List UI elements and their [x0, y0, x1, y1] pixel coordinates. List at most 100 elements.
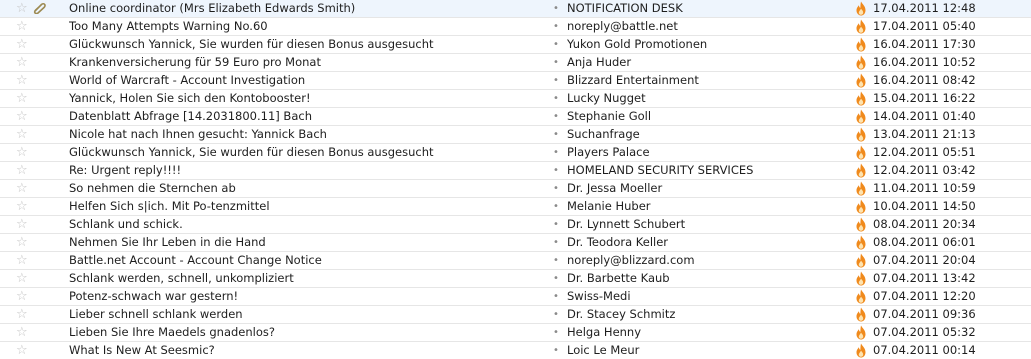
junk-flame-icon[interactable]	[855, 0, 867, 17]
read-dot-icon[interactable]: •	[553, 126, 561, 143]
message-subject[interactable]: Re: Urgent reply!!!!	[69, 162, 539, 179]
star-toggle[interactable]: ☆	[16, 0, 30, 17]
junk-toggle[interactable]	[855, 180, 869, 197]
junk-toggle[interactable]	[855, 270, 869, 287]
star-toggle[interactable]: ☆	[16, 288, 30, 305]
star-outline-icon[interactable]: ☆	[16, 90, 28, 107]
read-dot-icon[interactable]: •	[553, 288, 561, 305]
junk-flame-icon[interactable]	[855, 108, 867, 125]
junk-toggle[interactable]	[855, 36, 869, 53]
message-row[interactable]: ☆ Datenblatt Abfrage [14.2031800.11] Bach…	[0, 108, 1031, 126]
junk-toggle[interactable]	[855, 108, 869, 125]
star-outline-icon[interactable]: ☆	[16, 342, 28, 359]
read-dot-icon[interactable]: •	[553, 54, 561, 71]
read-dot-icon[interactable]: •	[553, 234, 561, 251]
star-outline-icon[interactable]: ☆	[16, 306, 28, 323]
message-subject[interactable]: Nicole hat nach Ihnen gesucht: Yannick B…	[69, 126, 539, 143]
message-sender[interactable]: Dr. Lynnett Schubert	[567, 216, 847, 233]
junk-toggle[interactable]	[855, 18, 869, 35]
junk-flame-icon[interactable]	[855, 270, 867, 287]
message-row[interactable]: ☆ Yannick, Holen Sie sich den Kontobooste…	[0, 90, 1031, 108]
star-outline-icon[interactable]: ☆	[16, 54, 28, 71]
junk-toggle[interactable]	[855, 234, 869, 251]
message-sender[interactable]: Swiss-Medi	[567, 288, 847, 305]
junk-toggle[interactable]	[855, 54, 869, 71]
junk-flame-icon[interactable]	[855, 162, 867, 179]
junk-toggle[interactable]	[855, 306, 869, 323]
junk-toggle[interactable]	[855, 72, 869, 89]
read-dot-icon[interactable]: •	[553, 0, 561, 17]
junk-flame-icon[interactable]	[855, 216, 867, 233]
message-subject[interactable]: Too Many Attempts Warning No.60	[69, 18, 539, 35]
message-subject[interactable]: Krankenversicherung für 59 Euro pro Mona…	[69, 54, 539, 71]
star-toggle[interactable]: ☆	[16, 126, 30, 143]
message-subject[interactable]: Lieber schnell schlank werden	[69, 306, 539, 323]
junk-flame-icon[interactable]	[855, 324, 867, 341]
message-sender[interactable]: Yukon Gold Promotionen	[567, 36, 847, 53]
junk-toggle[interactable]	[855, 216, 869, 233]
star-outline-icon[interactable]: ☆	[16, 198, 28, 215]
message-subject[interactable]: World of Warcraft - Account Investigatio…	[69, 72, 539, 89]
star-toggle[interactable]: ☆	[16, 180, 30, 197]
read-dot-icon[interactable]: •	[553, 108, 561, 125]
star-outline-icon[interactable]: ☆	[16, 144, 28, 161]
junk-flame-icon[interactable]	[855, 180, 867, 197]
message-row[interactable]: ☆ Glückwunsch Yannick, Sie wurden für die…	[0, 36, 1031, 54]
message-row[interactable]: ☆ Lieber schnell schlank werden • Dr. Stace…	[0, 306, 1031, 324]
message-sender[interactable]: Helga Henny	[567, 324, 847, 341]
star-toggle[interactable]: ☆	[16, 342, 30, 359]
junk-flame-icon[interactable]	[855, 342, 867, 359]
star-toggle[interactable]: ☆	[16, 90, 30, 107]
read-dot-icon[interactable]: •	[553, 198, 561, 215]
star-toggle[interactable]: ☆	[16, 18, 30, 35]
message-sender[interactable]: HOMELAND SECURITY SERVICES	[567, 162, 847, 179]
message-subject[interactable]: So nehmen die Sternchen ab	[69, 180, 539, 197]
message-sender[interactable]: Suchanfrage	[567, 126, 847, 143]
star-outline-icon[interactable]: ☆	[16, 126, 28, 143]
message-sender[interactable]: Stephanie Goll	[567, 108, 847, 125]
star-toggle[interactable]: ☆	[16, 162, 30, 179]
message-sender[interactable]: Dr. Teodora Keller	[567, 234, 847, 251]
message-sender[interactable]: noreply@blizzard.com	[567, 252, 847, 269]
message-sender[interactable]: Players Palace	[567, 144, 847, 161]
star-outline-icon[interactable]: ☆	[16, 36, 28, 53]
message-subject[interactable]: Helfen Sich s|ich. Mit Po-tenzmittel	[69, 198, 539, 215]
read-dot-icon[interactable]: •	[553, 216, 561, 233]
message-sender[interactable]: Dr. Jessa Moeller	[567, 180, 847, 197]
star-outline-icon[interactable]: ☆	[16, 270, 28, 287]
junk-toggle[interactable]	[855, 126, 869, 143]
junk-toggle[interactable]	[855, 162, 869, 179]
star-toggle[interactable]: ☆	[16, 108, 30, 125]
message-subject[interactable]: Schlank und schick.	[69, 216, 539, 233]
message-row[interactable]: ☆ Glückwunsch Yannick, Sie wurden für die…	[0, 144, 1031, 162]
junk-flame-icon[interactable]	[855, 252, 867, 269]
message-subject[interactable]: Battle.net Account - Account Change Noti…	[69, 252, 539, 269]
junk-flame-icon[interactable]	[855, 288, 867, 305]
star-toggle[interactable]: ☆	[16, 72, 30, 89]
message-sender[interactable]: Lucky Nugget	[567, 90, 847, 107]
star-toggle[interactable]: ☆	[16, 252, 30, 269]
message-row[interactable]: ☆ Schlank werden, schnell, unkompliziert •…	[0, 270, 1031, 288]
message-row[interactable]: ☆ World of Warcraft - Account Investigati…	[0, 72, 1031, 90]
message-row[interactable]: ☆ Nicole hat nach Ihnen gesucht: Yannick …	[0, 126, 1031, 144]
star-outline-icon[interactable]: ☆	[16, 72, 28, 89]
message-row[interactable]: ☆ What Is New At Seesmic? • Loic Le Meur 07.…	[0, 342, 1031, 359]
read-dot-icon[interactable]: •	[553, 252, 561, 269]
message-sender[interactable]: Anja Huder	[567, 54, 847, 71]
junk-toggle[interactable]	[855, 144, 869, 161]
junk-flame-icon[interactable]	[855, 72, 867, 89]
message-row[interactable]: ☆ Battle.net Account - Account Change Not…	[0, 252, 1031, 270]
star-toggle[interactable]: ☆	[16, 36, 30, 53]
read-dot-icon[interactable]: •	[553, 144, 561, 161]
star-outline-icon[interactable]: ☆	[16, 0, 28, 17]
star-toggle[interactable]: ☆	[16, 54, 30, 71]
message-row[interactable]: ☆ Online coordinator (Mrs Elizabeth Edwar…	[0, 0, 1031, 18]
message-sender[interactable]: NOTIFICATION DESK	[567, 0, 847, 17]
star-toggle[interactable]: ☆	[16, 216, 30, 233]
message-sender[interactable]: Dr. Stacey Schmitz	[567, 306, 847, 323]
message-row[interactable]: ☆ So nehmen die Sternchen ab • Dr. Jessa Mo…	[0, 180, 1031, 198]
read-dot-icon[interactable]: •	[553, 324, 561, 341]
junk-flame-icon[interactable]	[855, 36, 867, 53]
message-row[interactable]: ☆ Potenz-schwach war gestern! • Swiss-Medi 0…	[0, 288, 1031, 306]
message-subject[interactable]: Online coordinator (Mrs Elizabeth Edward…	[69, 0, 539, 17]
